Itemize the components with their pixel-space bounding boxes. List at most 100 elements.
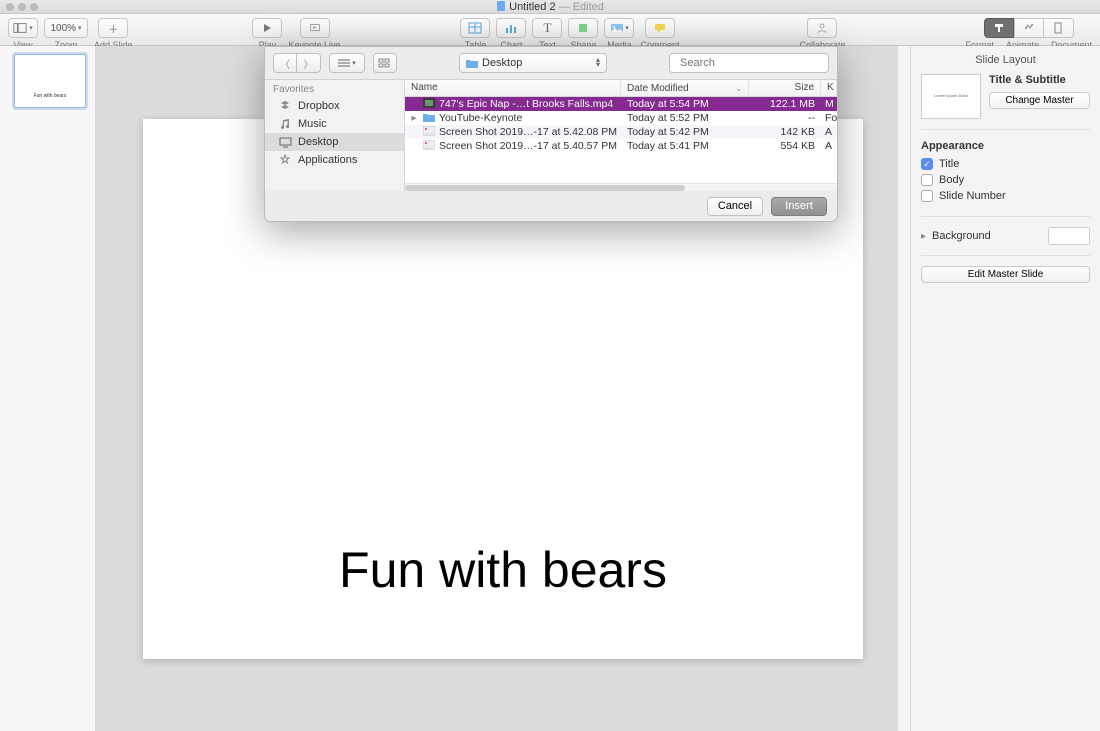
media-button[interactable]: ▾ xyxy=(604,18,634,38)
play-button[interactable] xyxy=(252,18,282,38)
inspector-panel: Slide Layout Lorem Ipsum Dolor Title & S… xyxy=(910,46,1100,731)
title-checkbox-label: Title xyxy=(939,158,959,170)
sort-desc-icon: ⌄ xyxy=(735,84,742,93)
file-kind: Fo xyxy=(821,112,837,124)
file-date: Today at 5:54 PM xyxy=(621,98,749,110)
search-input[interactable] xyxy=(680,57,822,69)
body-checkbox-label: Body xyxy=(939,174,964,186)
file-size: -- xyxy=(749,112,821,124)
file-date: Today at 5:41 PM xyxy=(621,140,749,152)
column-headers: Name Date Modified ⌄ Size K xyxy=(405,80,837,97)
window-titlebar: Untitled 2 — Edited xyxy=(0,0,1100,14)
edit-master-slide-button[interactable]: Edit Master Slide xyxy=(921,266,1090,283)
scroll-thumb[interactable] xyxy=(405,185,685,191)
sidebar-group-label: Favorites xyxy=(265,80,404,97)
file-row[interactable]: ▸YouTube-KeynoteToday at 5:52 PM--Fo xyxy=(405,111,837,125)
file-size: 122.1 MB xyxy=(749,98,821,110)
open-file-dialog: 〈 〉 ▾ Desktop ▴▾ Favorites Dropbox Music… xyxy=(264,46,838,222)
background-label: Background xyxy=(932,230,991,242)
slide-thumbnail[interactable]: Fun with bears xyxy=(14,54,86,108)
layout-name: Title & Subtitle xyxy=(989,74,1090,86)
location-popup[interactable]: Desktop ▴▾ xyxy=(459,53,607,73)
animate-button[interactable] xyxy=(1014,18,1044,38)
add-slide-button[interactable]: ＋ xyxy=(98,18,128,38)
sidebar-label: Applications xyxy=(298,154,357,166)
zoom-button[interactable]: 100%▾ xyxy=(44,18,88,38)
doc-proxy-icon xyxy=(496,1,506,11)
dialog-toolbar: 〈 〉 ▾ Desktop ▴▾ xyxy=(265,47,837,79)
cancel-button[interactable]: Cancel xyxy=(707,197,763,216)
dropbox-icon xyxy=(279,100,292,112)
document-button[interactable] xyxy=(1044,18,1074,38)
slide-title-text[interactable]: Fun with bears xyxy=(143,541,863,599)
search-field[interactable] xyxy=(669,53,829,73)
sidebar-label: Dropbox xyxy=(298,100,340,112)
col-kind[interactable]: K xyxy=(821,80,837,96)
group-button[interactable] xyxy=(373,53,397,73)
shape-button[interactable] xyxy=(568,18,598,38)
sidebar-item-dropbox[interactable]: Dropbox xyxy=(265,97,404,115)
file-size: 554 KB xyxy=(749,140,821,152)
popup-arrows-icon: ▴▾ xyxy=(596,58,600,68)
folder-icon xyxy=(466,58,478,68)
file-size: 142 KB xyxy=(749,126,821,138)
view-mode-button[interactable]: ▾ xyxy=(329,53,365,73)
nav-back-button[interactable]: 〈 xyxy=(273,53,297,73)
body-checkbox[interactable]: Body xyxy=(921,174,1090,186)
file-name: Screen Shot 2019…-17 at 5.42.08 PM xyxy=(439,126,617,138)
insert-button[interactable]: Insert xyxy=(771,197,827,216)
table-button[interactable] xyxy=(460,18,490,38)
sidebar-label: Desktop xyxy=(298,136,338,148)
zoom-value: 100% xyxy=(50,23,76,34)
image-file-icon xyxy=(423,140,435,153)
slide-navigator[interactable]: 1 Fun with bears xyxy=(0,46,96,731)
background-swatch[interactable] xyxy=(1048,227,1090,245)
toolbar: ▾View 100%▾Zoom ＋Add Slide Play Keynote … xyxy=(0,14,1100,46)
format-button[interactable] xyxy=(984,18,1014,38)
window-title: Untitled 2 — Edited xyxy=(0,1,1100,13)
file-row[interactable]: Screen Shot 2019…-17 at 5.42.08 PM Today … xyxy=(405,125,837,139)
grid-icon xyxy=(378,58,392,68)
video-file-icon xyxy=(423,98,435,111)
dialog-footer: Cancel Insert xyxy=(265,191,837,221)
nav-forward-button[interactable]: 〉 xyxy=(297,53,321,73)
horizontal-scrollbar[interactable] xyxy=(405,183,837,191)
master-caption: Lorem Ipsum Dolor xyxy=(934,94,968,99)
master-thumbnail[interactable]: Lorem Ipsum Dolor xyxy=(921,74,981,119)
appearance-header: Appearance xyxy=(921,140,1090,152)
col-date-label: Date Modified xyxy=(627,83,689,94)
file-date: Today at 5:42 PM xyxy=(621,126,749,138)
view-button[interactable]: ▾ xyxy=(8,18,38,38)
vertical-scrollbar[interactable] xyxy=(898,46,910,731)
location-label: Desktop xyxy=(482,57,522,69)
file-row[interactable]: Screen Shot 2019…-17 at 5.40.57 PMToday … xyxy=(405,139,837,153)
file-list: Name Date Modified ⌄ Size K 747's Epic Na… xyxy=(405,80,837,191)
file-kind: A xyxy=(821,140,837,152)
slide-number-checkbox[interactable]: Slide Number xyxy=(921,190,1090,202)
file-row[interactable]: 747's Epic Nap -…t Brooks Falls.mp4Today… xyxy=(405,97,837,111)
dialog-sidebar: Favorites Dropbox Music Desktop Applicat… xyxy=(265,80,405,191)
file-name: YouTube-Keynote xyxy=(439,112,522,124)
background-row[interactable]: ▸ Background xyxy=(921,227,1090,245)
sidebar-label: Music xyxy=(298,118,327,130)
folder-file-icon xyxy=(423,112,435,125)
window-edited-text: — Edited xyxy=(556,1,604,13)
col-name[interactable]: Name xyxy=(405,80,621,96)
sidebar-item-desktop[interactable]: Desktop xyxy=(265,133,404,151)
disclosure-icon[interactable]: ▸ xyxy=(409,112,419,124)
chart-button[interactable] xyxy=(496,18,526,38)
change-master-button[interactable]: Change Master xyxy=(989,92,1090,109)
collaborate-button[interactable] xyxy=(807,18,837,38)
disclosure-triangle-icon[interactable]: ▸ xyxy=(921,231,926,242)
col-size[interactable]: Size xyxy=(749,80,821,96)
list-icon xyxy=(338,58,350,68)
col-date[interactable]: Date Modified ⌄ xyxy=(621,80,749,96)
sidebar-item-music[interactable]: Music xyxy=(265,115,404,133)
sidebar-item-applications[interactable]: Applications xyxy=(265,151,404,169)
text-button[interactable]: T xyxy=(532,18,562,38)
music-icon xyxy=(279,118,292,130)
window-title-text: Untitled 2 xyxy=(509,1,555,13)
keynote-live-button[interactable] xyxy=(300,18,330,38)
comment-button[interactable] xyxy=(645,18,675,38)
title-checkbox[interactable]: ✓Title xyxy=(921,158,1090,170)
